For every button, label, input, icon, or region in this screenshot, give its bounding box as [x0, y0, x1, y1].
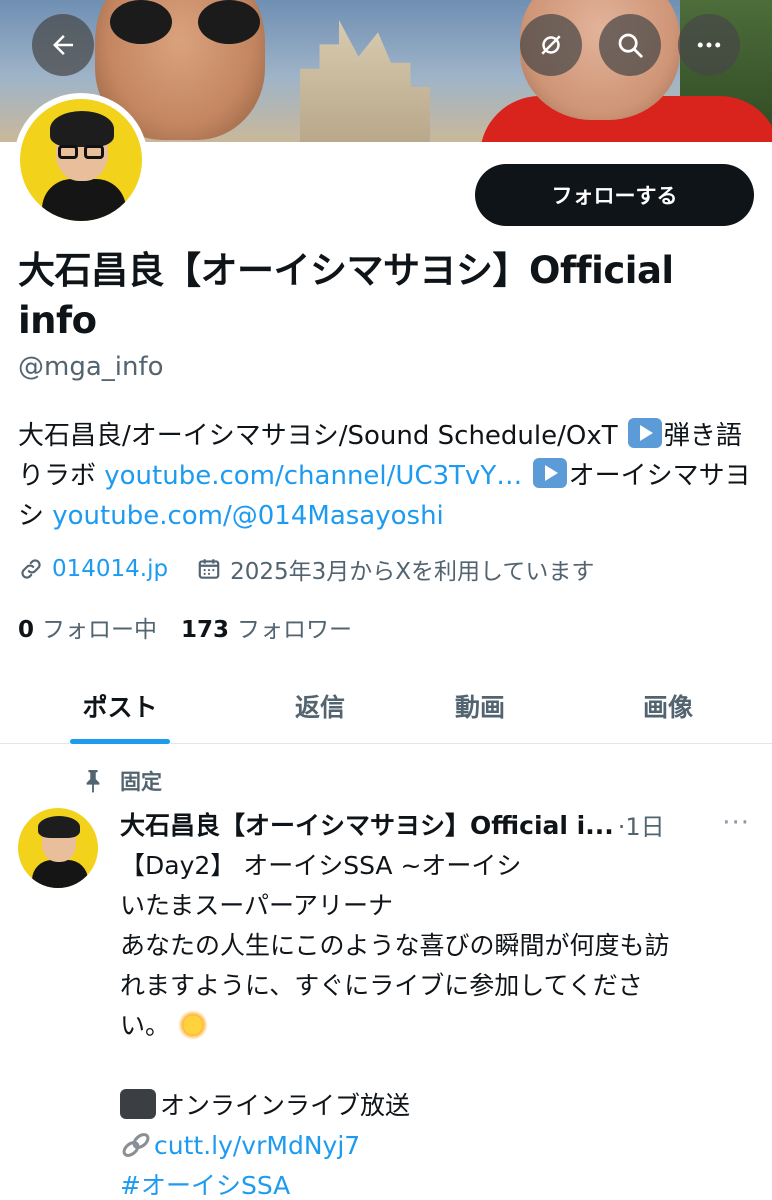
tab-images-label: 画像	[642, 693, 693, 722]
post-more-button[interactable]: ···	[722, 808, 750, 838]
follow-button[interactable]: フォローする	[475, 164, 754, 226]
post-line: い。	[120, 1011, 171, 1040]
pinned-label: 固定	[120, 770, 162, 794]
post-url-line: cutt.ly/vrMdNyj7	[120, 1126, 750, 1166]
arrow-left-icon	[53, 35, 73, 55]
follow-counts: 0 フォロー中 173 フォロワー	[18, 610, 376, 644]
post-author-name[interactable]: 大石昌良【オーイシマサヨシ】Official i...	[120, 806, 614, 842]
more-button[interactable]	[678, 14, 740, 76]
banner-castle	[300, 20, 430, 142]
post-line: あなたの人生にこのような喜びの瞬間が何度も訪	[120, 931, 670, 960]
profile-tabs: ポスト 返信 動画 画像	[0, 668, 772, 744]
avatar-hair	[50, 111, 114, 147]
post-avatar-hair	[38, 816, 80, 838]
post-live-line: オンラインライブ放送	[120, 1086, 750, 1126]
post-live-label: オンラインライブ放送	[160, 1091, 411, 1120]
followers-label: フォロワー	[237, 617, 353, 643]
joined-date: 2025年3月からXを利用しています	[230, 559, 595, 585]
website-link[interactable]: 014014.jp	[52, 556, 168, 582]
calendar-icon	[198, 559, 220, 579]
link-icon	[21, 559, 41, 579]
no-signal-icon	[541, 35, 561, 55]
search-icon	[618, 33, 643, 58]
post-avatar-body	[32, 860, 88, 888]
post-blank-line	[120, 1046, 750, 1086]
profile-handle: @mga_info	[18, 352, 164, 382]
post-text: 【Day2】 オーイシSSA ~オーイシ いたまスーパーアリーナ あなたの人生に…	[120, 846, 750, 1200]
tab-images[interactable]: 画像	[618, 668, 718, 744]
profile-name: 大石昌良【オーイシマサヨシ】Official info	[18, 249, 674, 342]
post-url-link[interactable]: cutt.ly/vrMdNyj7	[154, 1131, 360, 1160]
followers-count: 173	[181, 617, 230, 643]
avatar-glasses-right	[84, 145, 104, 159]
play-button-emoji-icon	[627, 418, 662, 448]
bio-link-youtube-handle[interactable]: youtube.com/@014Masayoshi	[52, 501, 444, 531]
tab-videos[interactable]: 動画	[430, 668, 530, 744]
avatar-image	[20, 99, 142, 221]
avatar-glasses-left	[58, 145, 78, 159]
pinned-indicator: 固定	[82, 766, 162, 796]
joined-item: 2025年3月からXを利用しています	[196, 552, 594, 586]
post-line-with-sun: い。	[120, 1006, 750, 1046]
play-button-emoji-icon	[532, 458, 567, 488]
post-hashtag-line: #オーイシSSA	[120, 1166, 750, 1200]
tab-active-indicator	[70, 739, 170, 744]
post-avatar[interactable]	[18, 808, 98, 888]
post-line: れますように、すぐにライブに参加してくださ	[120, 971, 643, 1000]
following-count-link[interactable]: 0 フォロー中	[18, 610, 157, 644]
website-item[interactable]: 014014.jp	[18, 556, 168, 582]
notifications-off-button[interactable]	[520, 14, 582, 76]
following-label: フォロー中	[42, 617, 158, 643]
tab-replies[interactable]: 返信	[270, 668, 370, 744]
chain-link-emoji-icon	[122, 1133, 150, 1157]
post-header: 大石昌良【オーイシマサヨシ】Official i... ·1日	[120, 806, 760, 842]
pin-icon	[86, 770, 100, 793]
post-line: 【Day2】 オーイシSSA ~オーイシ	[120, 851, 522, 880]
profile-bio: 大石昌良/オーイシマサヨシ/Sound Schedule/OxT 弾き語りラボ …	[18, 416, 763, 536]
bio-text-1: 大石昌良/オーイシマサヨシ/Sound Schedule/OxT	[18, 421, 626, 451]
followers-count-link[interactable]: 173 フォロワー	[181, 610, 352, 644]
avatar-body	[42, 179, 126, 221]
tab-posts[interactable]: ポスト	[70, 668, 170, 744]
tab-posts-label: ポスト	[82, 693, 158, 722]
tab-videos-label: 動画	[454, 693, 505, 722]
sun-emoji-icon	[178, 1010, 209, 1040]
post-hashtag-link[interactable]: #オーイシSSA	[120, 1171, 290, 1200]
profile-avatar[interactable]	[14, 93, 148, 227]
banner-sunglasses	[110, 0, 260, 46]
profile-meta: 014014.jp 2025年3月からXを利用しています	[18, 552, 622, 586]
post-timestamp[interactable]: ·1日	[618, 807, 665, 842]
post-line: いたまスーパーアリーナ	[120, 891, 394, 920]
back-button[interactable]	[32, 14, 94, 76]
bio-text-3	[522, 461, 530, 491]
bio-link-youtube-channel[interactable]: youtube.com/channel/UC3TvY…	[104, 461, 522, 491]
movie-camera-emoji-icon	[120, 1089, 156, 1119]
more-horizontal-icon	[697, 42, 721, 48]
search-button[interactable]	[599, 14, 661, 76]
following-count: 0	[18, 617, 35, 643]
tab-replies-label: 返信	[294, 693, 345, 722]
